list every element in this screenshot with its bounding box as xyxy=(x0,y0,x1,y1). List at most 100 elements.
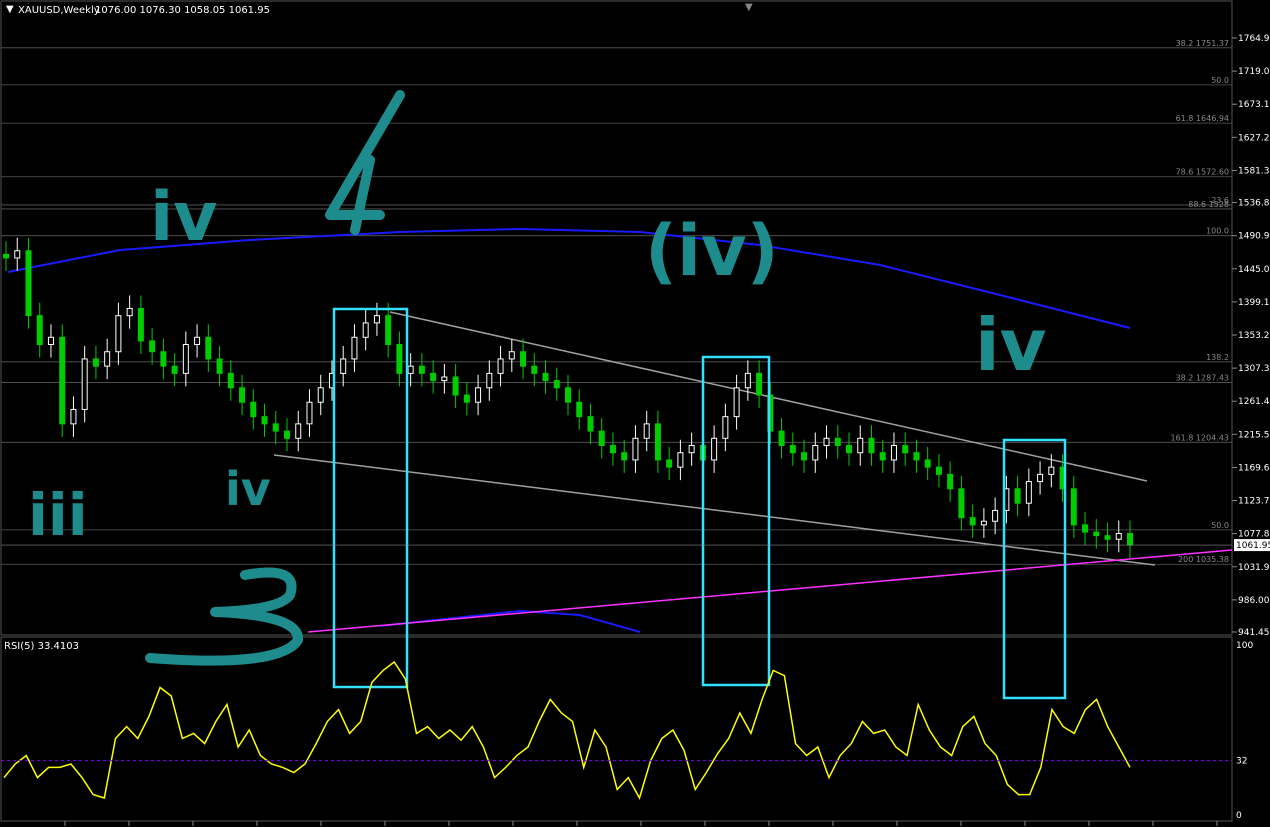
collapse-arrow-icon[interactable]: ▼ xyxy=(6,4,14,15)
candle-body xyxy=(1127,533,1133,546)
price-tick: 986.00 xyxy=(1238,596,1270,606)
candle-body xyxy=(1082,524,1089,533)
candle-body xyxy=(284,430,290,439)
candle-body xyxy=(744,372,751,389)
candle-body xyxy=(643,423,650,439)
candle-body xyxy=(407,365,414,374)
fib-label: 161.8 1204.43 xyxy=(1170,433,1229,442)
candle-body xyxy=(980,520,987,526)
candle-body xyxy=(598,430,605,447)
candle-body xyxy=(846,445,852,454)
fib-label: 50.0 xyxy=(1211,76,1229,85)
candle-body xyxy=(733,387,740,418)
candle-body xyxy=(1025,481,1032,504)
candle-body xyxy=(373,315,380,324)
candle-body xyxy=(553,380,560,389)
candle-body xyxy=(958,488,965,519)
candle-body xyxy=(520,351,527,367)
price-tick: 1764.95 xyxy=(1238,34,1270,44)
candle-body xyxy=(902,445,909,454)
candle-body xyxy=(3,253,9,259)
candle-body xyxy=(857,437,864,454)
candle-body xyxy=(340,358,347,374)
price-tick: 1215.50 xyxy=(1238,430,1270,440)
highlight-boxes xyxy=(332,307,1067,700)
candle-body xyxy=(272,423,279,432)
candle-body xyxy=(430,372,437,382)
price-tick: 1307.30 xyxy=(1238,364,1270,374)
candle-body xyxy=(587,416,594,432)
current-price-label: 1061.95 xyxy=(1236,541,1270,551)
fib-label: 100.0 xyxy=(1206,227,1229,236)
scroll-marker-icon[interactable]: ▼ xyxy=(745,2,753,13)
price-tick: 1261.40 xyxy=(1238,397,1270,407)
candle-body xyxy=(834,437,841,447)
annotation-iv-paren: (iv) xyxy=(645,210,779,292)
candle-body xyxy=(868,437,875,454)
annotation-4 xyxy=(325,90,405,235)
candle-body xyxy=(317,387,324,403)
chart-canvas: 38.2 1751.37 50.0 61.8 1646.94 78.6 1572.60… xyxy=(0,0,1270,826)
candle-body xyxy=(654,423,661,461)
candle-body xyxy=(14,250,21,259)
candle-body xyxy=(205,336,212,360)
candle-body xyxy=(565,387,571,403)
candle-body xyxy=(621,452,628,461)
annotation-3 xyxy=(145,567,303,666)
rsi-line xyxy=(3,660,1131,800)
candle-body xyxy=(182,344,189,374)
candle-body xyxy=(879,452,886,461)
candle-body xyxy=(160,351,167,367)
price-tick: 1353.20 xyxy=(1238,331,1270,341)
candle-body xyxy=(609,445,616,454)
candle-body xyxy=(924,459,931,468)
fib-label: 61.8 1646.94 xyxy=(1176,114,1229,123)
candle-body xyxy=(385,315,392,346)
annotation-iv-right: iv xyxy=(975,303,1047,387)
price-tick: 1123.70 xyxy=(1238,497,1270,507)
candle-body xyxy=(149,340,156,353)
candle-body xyxy=(1070,488,1077,526)
candle-body xyxy=(508,351,515,360)
price-pane-border xyxy=(0,0,1233,636)
candle-body xyxy=(475,387,482,403)
rsi-tick: 32 xyxy=(1236,757,1247,767)
candle-body xyxy=(969,517,976,526)
candle-body xyxy=(823,437,830,447)
candle-body xyxy=(1048,466,1055,475)
candle-body xyxy=(722,416,729,439)
candle-body xyxy=(666,459,673,468)
candle-body xyxy=(47,336,54,346)
price-tick: 1169.60 xyxy=(1238,463,1270,473)
fib-labels: 38.2 1751.37 50.0 61.8 1646.94 78.6 1572.60… xyxy=(1170,39,1229,564)
candle-body xyxy=(452,376,459,396)
price-tick: 941.45 xyxy=(1238,628,1270,638)
candle-body xyxy=(913,452,920,461)
price-tick: 1581.35 xyxy=(1238,166,1270,176)
price-tick: 1627.25 xyxy=(1238,133,1270,143)
candle-body xyxy=(486,372,493,389)
candle-body xyxy=(463,394,470,403)
ohlc-readout: 1076.00 1076.30 1058.05 1061.95 xyxy=(95,5,270,16)
annotation-iv: iv xyxy=(150,178,218,257)
fib-label: 23.6 xyxy=(1211,196,1229,205)
candle-body xyxy=(115,315,122,353)
candle-body xyxy=(756,372,763,396)
fib-label: 78.6 1572.60 xyxy=(1176,168,1229,177)
candle-body xyxy=(25,250,32,317)
candle-body xyxy=(1093,531,1100,537)
fib-label: 38.2 1751.37 xyxy=(1176,39,1229,48)
rsi-curve xyxy=(3,660,1131,800)
annotation-iv-lower: iv xyxy=(225,462,271,516)
candle-body xyxy=(70,408,77,425)
rsi-label: RSI(5) 33.4103 xyxy=(4,641,79,652)
candle-body xyxy=(250,401,257,418)
fib-label: 50.0 xyxy=(1211,521,1229,530)
price-tick: 1399.10 xyxy=(1238,298,1270,308)
fib-label: 200 1035.38 xyxy=(1178,555,1229,564)
candle-body xyxy=(137,307,144,342)
candle-body xyxy=(497,358,504,374)
price-tick: 1077.80 xyxy=(1238,530,1270,540)
candle-body xyxy=(351,336,358,360)
candle-body xyxy=(935,466,942,475)
